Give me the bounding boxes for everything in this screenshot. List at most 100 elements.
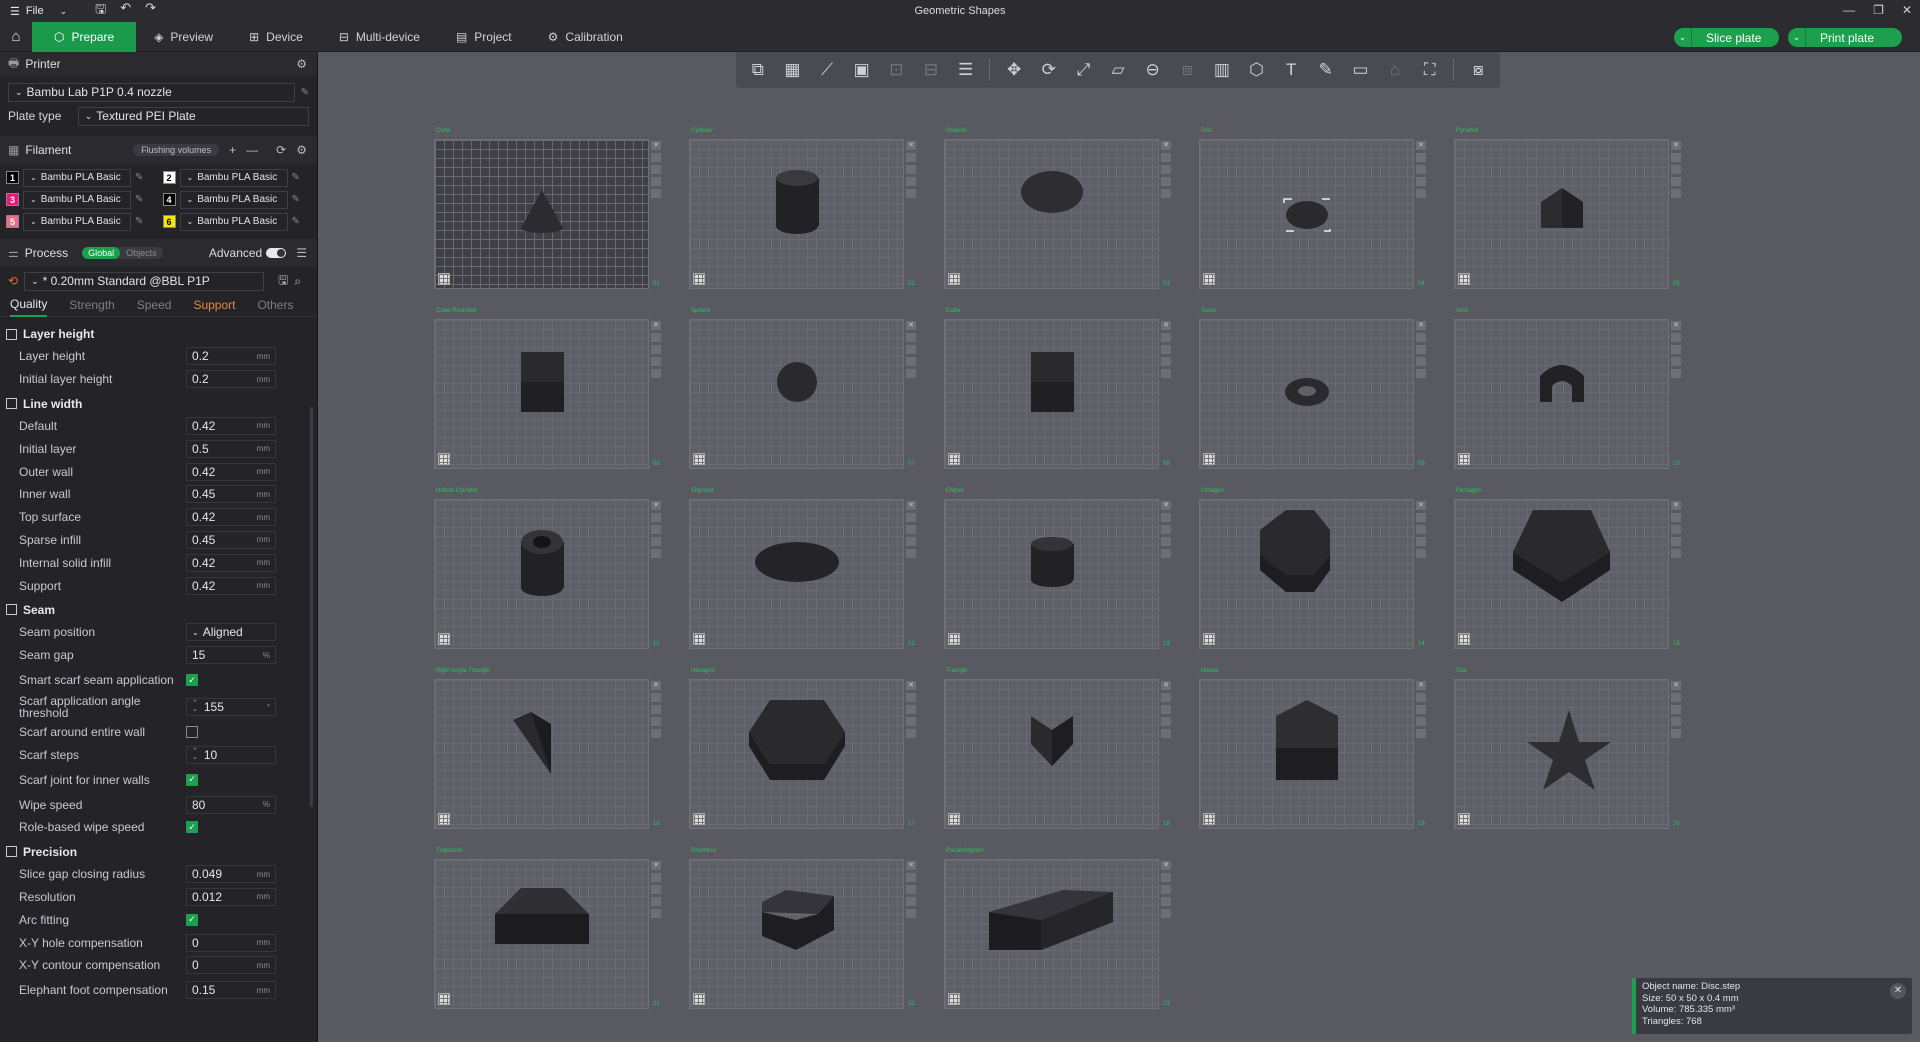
lock-icon[interactable] bbox=[1161, 333, 1171, 342]
close-icon[interactable]: ✕ bbox=[906, 501, 916, 510]
lock-icon[interactable] bbox=[906, 693, 916, 702]
plate-grid-icon[interactable] bbox=[1203, 813, 1215, 825]
lay-on-face-icon[interactable]: ⏥ bbox=[1104, 57, 1132, 83]
close-icon[interactable]: ✕ bbox=[1161, 321, 1171, 330]
arrange-icon[interactable] bbox=[906, 717, 916, 726]
close-icon[interactable]: ✕ bbox=[1671, 141, 1681, 150]
home-icon[interactable]: ⌂ bbox=[0, 22, 32, 52]
settings-icon[interactable] bbox=[1416, 729, 1426, 738]
lock-icon[interactable] bbox=[1161, 693, 1171, 702]
search-icon[interactable]: ⌕ bbox=[294, 274, 301, 289]
settings-icon[interactable] bbox=[1161, 909, 1171, 918]
plate-grid-icon[interactable] bbox=[1203, 453, 1215, 465]
process-tab-others[interactable]: Others bbox=[257, 293, 293, 317]
split-parts-icon[interactable]: ⊟ bbox=[917, 57, 945, 83]
arrange-icon[interactable]: ▣ bbox=[848, 57, 876, 83]
filament-select[interactable]: ⌄ Bambu PLA Basic bbox=[23, 168, 131, 187]
arrange-icon[interactable] bbox=[1671, 177, 1681, 186]
plate-grid-icon[interactable] bbox=[948, 273, 960, 285]
settings-icon[interactable]: ⚙ bbox=[296, 57, 307, 71]
arrange-icon[interactable] bbox=[1671, 537, 1681, 546]
arrange-icon[interactable] bbox=[1671, 357, 1681, 366]
setting-input[interactable]: 80% bbox=[186, 795, 276, 814]
save-preset-icon[interactable]: 🖫 bbox=[278, 271, 288, 292]
orient-icon[interactable] bbox=[1161, 165, 1171, 174]
settings-icon[interactable] bbox=[906, 369, 916, 378]
spinner-icon[interactable]: ⌃ ⌄ bbox=[192, 748, 198, 761]
chevron-down-icon[interactable]: ⌄ bbox=[1788, 28, 1806, 47]
plate-name[interactable]: Cube bbox=[946, 308, 960, 314]
plate-name[interactable]: Pyramid bbox=[1456, 128, 1478, 134]
seam-paint-icon[interactable]: ⬡ bbox=[1243, 57, 1271, 83]
build-plate[interactable] bbox=[944, 499, 1159, 649]
plate-grid-icon[interactable] bbox=[693, 453, 705, 465]
plate-name[interactable]: Triangle bbox=[946, 668, 967, 674]
process-tab-quality[interactable]: Quality bbox=[10, 293, 48, 317]
process-tab-strength[interactable]: Strength bbox=[69, 293, 114, 317]
setting-input[interactable]: 0.45 mm bbox=[186, 485, 276, 504]
chevron-down-icon[interactable]: ⌄ bbox=[1674, 28, 1692, 47]
build-plate[interactable] bbox=[689, 859, 904, 1009]
plate-name[interactable]: Star bbox=[1456, 668, 1467, 674]
setting-input[interactable]: 0.15 mm bbox=[186, 981, 276, 1000]
orient-icon[interactable] bbox=[1416, 165, 1426, 174]
plate-grid-icon[interactable] bbox=[438, 273, 450, 285]
orient-icon[interactable] bbox=[1416, 705, 1426, 714]
maximize-icon[interactable]: ❐ bbox=[1873, 3, 1884, 17]
lock-icon[interactable] bbox=[651, 333, 661, 342]
plate-type-select[interactable]: ⌄ Textured PEI Plate bbox=[77, 106, 309, 126]
build-plate[interactable] bbox=[689, 499, 904, 649]
settings-icon[interactable] bbox=[1671, 369, 1681, 378]
support-paint-icon[interactable]: ▥ bbox=[1208, 57, 1236, 83]
tab-project[interactable]: ▤ Project bbox=[438, 22, 530, 52]
tab-device[interactable]: ⊞ Device bbox=[231, 22, 321, 52]
arrange-icon[interactable] bbox=[1416, 177, 1426, 186]
plate-name[interactable]: Ovaloid bbox=[946, 128, 966, 134]
lock-icon[interactable] bbox=[651, 153, 661, 162]
build-plate[interactable] bbox=[434, 859, 649, 1009]
settings-icon[interactable] bbox=[906, 549, 916, 558]
settings-icon[interactable] bbox=[651, 549, 661, 558]
orient-icon[interactable] bbox=[1671, 705, 1681, 714]
filament-color-swatch[interactable]: 2 bbox=[162, 171, 176, 184]
lock-icon[interactable] bbox=[906, 513, 916, 522]
sidebar-scrollbar[interactable] bbox=[310, 407, 313, 807]
close-icon[interactable]: ✕ bbox=[906, 861, 916, 870]
tab-prepare[interactable]: ⬡ Prepare bbox=[32, 21, 137, 52]
scope-toggle[interactable]: Global Objects bbox=[82, 247, 163, 259]
build-plate[interactable] bbox=[1199, 139, 1414, 289]
settings-icon[interactable] bbox=[651, 369, 661, 378]
orient-icon[interactable] bbox=[906, 705, 916, 714]
plate-name[interactable]: Ellipse bbox=[946, 488, 964, 494]
settings-icon[interactable] bbox=[1416, 369, 1426, 378]
group-header-seam[interactable]: Seam bbox=[0, 599, 317, 621]
setting-input[interactable]: 0 mm bbox=[186, 956, 276, 975]
process-tab-support[interactable]: Support bbox=[193, 293, 235, 317]
lock-icon[interactable] bbox=[651, 873, 661, 882]
setting-input[interactable]: ⌃ ⌄ 155 ° bbox=[186, 698, 276, 717]
settings-icon[interactable] bbox=[1416, 549, 1426, 558]
close-icon[interactable]: ✕ bbox=[1416, 321, 1426, 330]
arrange-icon[interactable] bbox=[651, 897, 661, 906]
close-icon[interactable]: ✕ bbox=[1416, 681, 1426, 690]
orient-icon[interactable] bbox=[1671, 345, 1681, 354]
lock-icon[interactable] bbox=[651, 513, 661, 522]
arrange-icon[interactable] bbox=[1416, 537, 1426, 546]
arrange-icon[interactable] bbox=[1416, 717, 1426, 726]
tab-preview[interactable]: ◈ Preview bbox=[136, 22, 231, 52]
plate-grid-icon[interactable] bbox=[438, 633, 450, 645]
lock-icon[interactable] bbox=[1416, 693, 1426, 702]
minimize-icon[interactable]: — bbox=[1843, 3, 1855, 17]
sync-icon[interactable]: ⟳ bbox=[276, 143, 286, 157]
setting-input[interactable]: 0.012 mm bbox=[186, 887, 276, 906]
close-icon[interactable]: ✕ bbox=[1902, 3, 1912, 17]
close-icon[interactable]: ✕ bbox=[1890, 983, 1906, 999]
printer-select[interactable]: ⌄ Bambu Lab P1P 0.4 nozzle bbox=[8, 82, 295, 102]
arrange-icon[interactable] bbox=[1161, 537, 1171, 546]
orient-icon[interactable] bbox=[1671, 165, 1681, 174]
advanced-switch[interactable] bbox=[266, 248, 287, 258]
setting-input[interactable]: ⌃ ⌄ 10 bbox=[186, 745, 276, 764]
group-header-precision[interactable]: Precision bbox=[0, 841, 317, 863]
arrange-icon[interactable] bbox=[906, 357, 916, 366]
arrange-icon[interactable] bbox=[1161, 717, 1171, 726]
